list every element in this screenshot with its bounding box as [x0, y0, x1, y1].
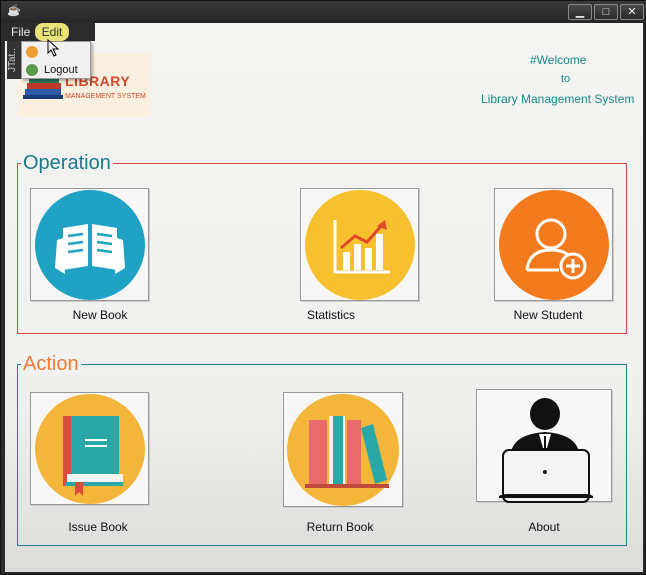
bar-chart-icon [304, 189, 415, 300]
book-reading-icon [34, 189, 145, 300]
add-user-icon [498, 189, 609, 300]
new-student-button[interactable] [494, 188, 613, 301]
new-book-button[interactable] [30, 188, 149, 301]
new-book-label: New Book [72, 308, 128, 322]
dropdown-item-logout[interactable]: Logout [22, 61, 90, 79]
title-bar: ☕ ▁ □ ✕ [1, 1, 646, 23]
app-icon: ☕ [7, 5, 21, 17]
welcome-line2: to [561, 73, 571, 85]
operation-title: Operation [21, 152, 113, 175]
books-stack-icon [287, 393, 399, 506]
issue-book-button[interactable] [30, 392, 149, 505]
app-window: ☕ ▁ □ ✕ LIBRARY MANAGEMENT SYSTEM #Welco… [0, 0, 646, 575]
action-title: Action [21, 353, 81, 376]
new-student-label: New Student [513, 308, 583, 322]
logout-icon [26, 64, 38, 76]
mouse-cursor-icon [47, 39, 60, 57]
person-laptop-icon [499, 398, 593, 503]
main-panel: LIBRARY MANAGEMENT SYSTEM #Welcome to Li… [5, 23, 643, 572]
about-button[interactable] [476, 389, 612, 503]
about-label: About [528, 520, 560, 534]
return-book-label: Return Book [306, 520, 374, 534]
welcome-line3: Library Management System [481, 92, 635, 106]
statistics-label: Statistics [306, 308, 355, 322]
side-tab[interactable]: JTat.. [7, 41, 21, 79]
logo-subtitle: MANAGEMENT SYSTEM [65, 93, 146, 100]
return-book-button[interactable] [283, 392, 403, 507]
minimize-button[interactable]: ▁ [568, 4, 592, 20]
issue-book-label: Issue Book [68, 520, 128, 534]
exit-icon [26, 46, 38, 58]
maximize-button[interactable]: □ [594, 4, 618, 20]
closed-book-icon [34, 393, 145, 504]
statistics-button[interactable] [300, 188, 419, 301]
close-button[interactable]: ✕ [620, 4, 644, 20]
welcome-line1: #Welcome [530, 53, 587, 67]
menu-file[interactable]: File [11, 25, 30, 39]
